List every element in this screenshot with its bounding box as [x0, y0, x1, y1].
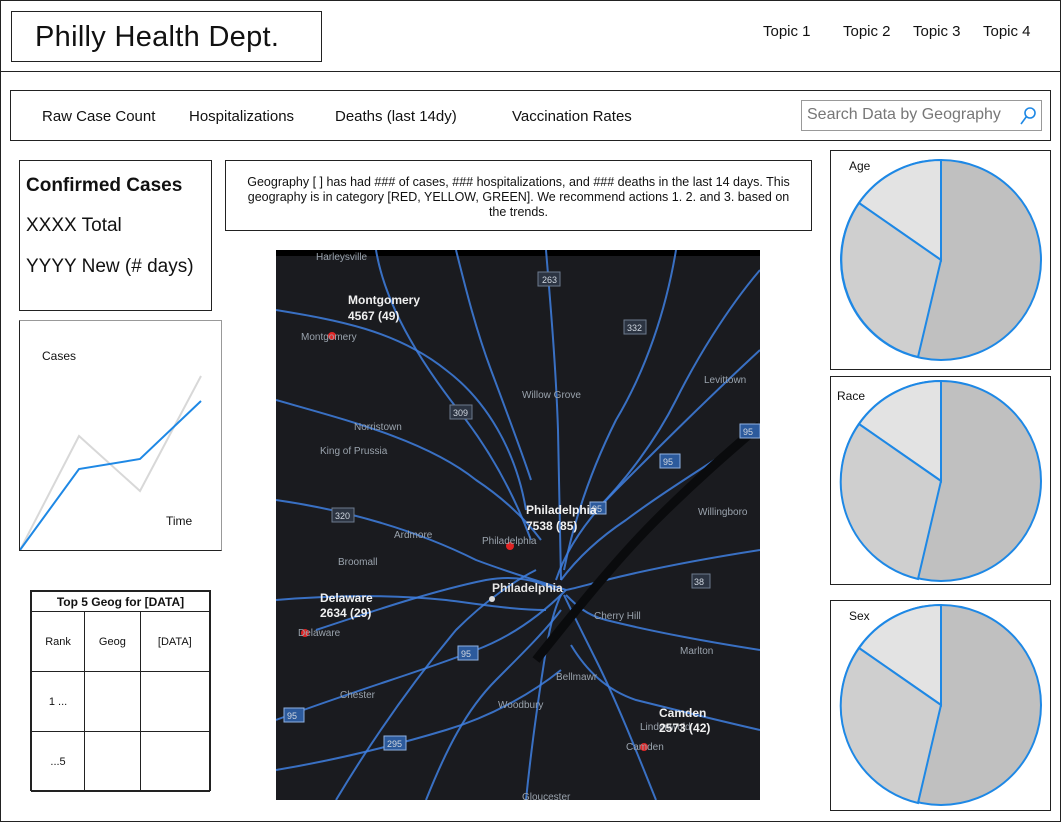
search-icon[interactable] — [1019, 106, 1037, 126]
svg-text:Woodbury: Woodbury — [498, 700, 543, 711]
svg-text:Bellmawr: Bellmawr — [556, 672, 598, 683]
chart-ylabel: Cases — [42, 349, 77, 363]
svg-text:Montgomery: Montgomery — [301, 332, 357, 343]
svg-text:Ardmore: Ardmore — [394, 530, 433, 541]
app-header: Philly Health Dept. Topic 1 Topic 2 Topi… — [0, 0, 1061, 72]
svg-text:95: 95 — [461, 649, 471, 659]
svg-text:95: 95 — [663, 457, 673, 467]
svg-text:King of Prussia: King of Prussia — [320, 446, 388, 457]
svg-text:Harleysville: Harleysville — [316, 252, 368, 263]
confirmed-title: Confirmed Cases — [26, 175, 183, 196]
svg-text:295: 295 — [387, 739, 402, 749]
pie-race-chart — [839, 379, 1042, 582]
philly-center-dot — [489, 596, 495, 602]
nav-topic-2[interactable]: Topic 2 — [843, 23, 891, 40]
search-input[interactable]: Search Data by Geography — [801, 100, 1042, 131]
table-cell — [139, 671, 211, 732]
marker-label-camden-name: Camden — [659, 706, 706, 720]
map-city-philadelphia: Philadelphia — [492, 581, 563, 595]
pie-age-chart — [840, 158, 1042, 361]
marker-label-montgomery-name: Montgomery — [348, 293, 420, 307]
table-cell — [84, 671, 141, 732]
confirmed-total: XXXX Total — [26, 215, 122, 236]
svg-text:263: 263 — [542, 275, 557, 285]
top5-table: Top 5 Geog for [DATA] Rank Geog [DATA] 1… — [30, 590, 211, 792]
cases-line-chart: Cases Time — [19, 320, 222, 551]
chart-xlabel: Time — [166, 514, 193, 528]
marker-label-camden-value: 2573 (42) — [659, 721, 710, 735]
table-cell — [139, 731, 211, 792]
search-placeholder: Search Data by Geography — [807, 106, 1001, 123]
brand-title: Philly Health Dept. — [11, 11, 322, 62]
table-row[interactable]: 1 ... — [30, 671, 211, 732]
marker-labels: Montgomery 4567 (49) Philadelphia 7538 (… — [320, 293, 710, 735]
table-header-geog: Geog — [84, 611, 141, 672]
svg-text:Willingboro: Willingboro — [698, 507, 748, 518]
table-header-data: [DATA] — [139, 611, 211, 672]
table-cell: ...5 — [30, 731, 86, 792]
table-caption: Top 5 Geog for [DATA] — [31, 591, 210, 612]
svg-text:Willow Grove: Willow Grove — [522, 390, 581, 401]
geography-summary: Geography [ ] has had ### of cases, ### … — [225, 160, 812, 231]
tab-deaths[interactable]: Deaths (last 14dy) — [335, 108, 457, 125]
svg-text:Camden: Camden — [626, 742, 664, 753]
marker-label-montgomery-value: 4567 (49) — [348, 309, 399, 323]
pie-sex-chart — [839, 603, 1042, 806]
data-nav-bar: Raw Case Count Hospitalizations Deaths (… — [10, 90, 1051, 141]
pie-race-card[interactable]: Race — [830, 376, 1051, 585]
marker-label-delaware-value: 2634 (29) — [320, 606, 371, 620]
marker-label-delaware-name: Delaware — [320, 591, 373, 605]
svg-text:Levittown: Levittown — [704, 375, 746, 386]
road-shields: 263 332 309 95 95 320 95 38 95 295 95 — [283, 271, 760, 751]
nav-topic-1[interactable]: Topic 1 — [763, 23, 811, 40]
nav-topic-3[interactable]: Topic 3 — [913, 23, 961, 40]
svg-text:320: 320 — [335, 511, 350, 521]
table-header-rank: Rank — [30, 611, 86, 672]
svg-text:Marlton: Marlton — [680, 646, 713, 657]
map-svg: Harleysville Montgomery Norristown King … — [276, 250, 760, 800]
svg-text:38: 38 — [694, 577, 704, 587]
geography-map[interactable]: Harleysville Montgomery Norristown King … — [276, 250, 760, 800]
svg-text:Delaware: Delaware — [298, 628, 341, 639]
table-cell — [84, 731, 141, 792]
svg-text:95: 95 — [743, 427, 753, 437]
svg-text:Chester: Chester — [340, 690, 376, 701]
marker-label-philadelphia-name: Philadelphia — [526, 503, 597, 517]
nav-topic-4[interactable]: Topic 4 — [983, 23, 1031, 40]
svg-text:Gloucester: Gloucester — [522, 792, 571, 800]
tab-vaccination-rates[interactable]: Vaccination Rates — [512, 108, 632, 125]
svg-text:Cherry Hill: Cherry Hill — [594, 611, 641, 622]
svg-text:Philadelphia: Philadelphia — [482, 536, 537, 547]
confirmed-new: YYYY New (# days) — [26, 256, 194, 277]
table-cell: 1 ... — [30, 671, 86, 732]
table-row[interactable]: ...5 — [30, 731, 211, 792]
marker-label-philadelphia-value: 7538 (85) — [526, 519, 577, 533]
svg-text:309: 309 — [453, 408, 468, 418]
svg-text:332: 332 — [627, 323, 642, 333]
svg-text:Broomall: Broomall — [338, 557, 377, 568]
pie-sex-card[interactable]: Sex — [830, 600, 1051, 811]
confirmed-cases-card: Confirmed Cases XXXX Total YYYY New (# d… — [19, 160, 212, 311]
pie-age-card[interactable]: Age — [830, 150, 1051, 370]
tab-raw-case-count[interactable]: Raw Case Count — [42, 108, 155, 125]
svg-text:95: 95 — [287, 711, 297, 721]
tab-hospitalizations[interactable]: Hospitalizations — [189, 108, 294, 125]
svg-text:Norristown: Norristown — [354, 422, 402, 433]
